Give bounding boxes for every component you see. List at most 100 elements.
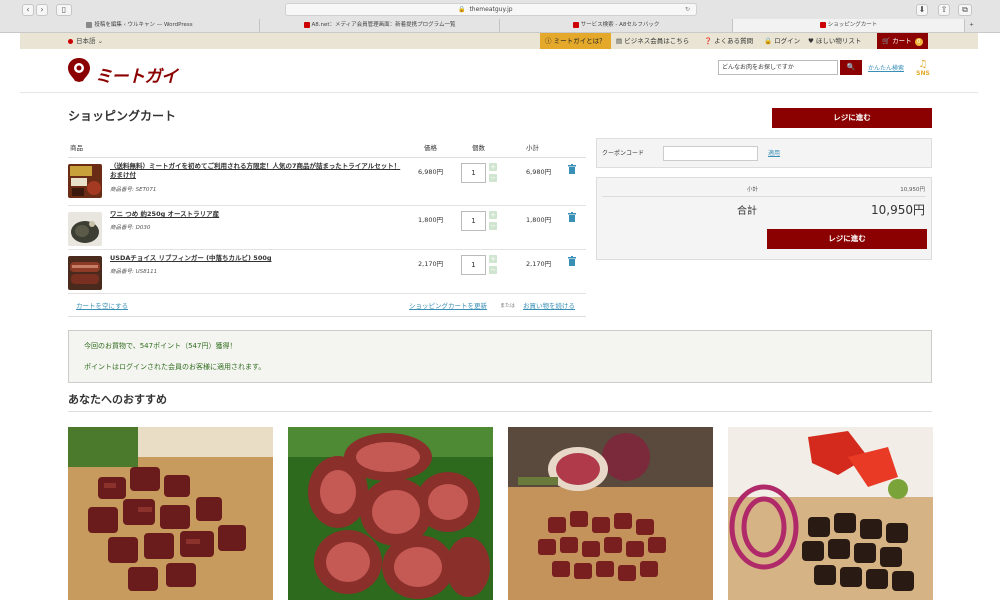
- search-icon: 🔍: [846, 63, 856, 71]
- recommend-product-image[interactable]: [68, 427, 273, 600]
- col-product: 商品: [70, 144, 83, 152]
- or-text: または: [500, 303, 516, 309]
- product-thumbnail[interactable]: [68, 256, 102, 290]
- product-price: 1,800円: [418, 216, 444, 224]
- divider: [602, 196, 926, 197]
- checkout-button-top[interactable]: レジに進む: [772, 108, 932, 128]
- forward-button[interactable]: ›: [36, 4, 48, 16]
- language-selector[interactable]: 日本語 ⌄: [68, 33, 103, 49]
- points-earned-text: 今回のお買物で、547ポイント（547円）獲得！: [84, 342, 237, 350]
- product-name-link[interactable]: （送料無料）ミートガイを初めてご利用される方限定！人気の7商品が詰まったトライア…: [110, 162, 402, 180]
- back-button[interactable]: ‹: [22, 4, 34, 16]
- cart-table-header: 商品 価格 個数 小計: [68, 140, 586, 158]
- meatguy-favicon-icon: [819, 21, 826, 28]
- subtotal-label: 小計: [747, 187, 759, 193]
- order-summary: 小計 10,950円 合計 10,950円 レジに進む: [596, 177, 932, 260]
- plus-icon[interactable]: +: [489, 255, 497, 263]
- cart-row: （送料無料）ミートガイを初めてご利用される方限定！人気の7商品が詰まったトライア…: [68, 158, 586, 206]
- reload-icon[interactable]: ↻: [685, 4, 690, 16]
- business-link[interactable]: ▤ ビジネス会員はこちら: [616, 33, 689, 49]
- logo-text: ミートガイ: [95, 67, 178, 87]
- trash-icon[interactable]: [568, 164, 576, 174]
- plus-icon[interactable]: +: [489, 163, 497, 171]
- tab-wordpress[interactable]: 投稿を編集 ‹ ウルキャン — WordPress: [20, 19, 260, 32]
- col-qty: 個数: [472, 144, 485, 152]
- login-link[interactable]: 🔒 ログイン: [764, 33, 800, 49]
- easy-search-link[interactable]: かんたん検索: [868, 63, 904, 72]
- trash-icon[interactable]: [568, 256, 576, 266]
- product-thumbnail[interactable]: [68, 164, 102, 198]
- trash-icon[interactable]: [568, 212, 576, 222]
- faq-link[interactable]: ❓ よくある質問: [704, 33, 753, 49]
- meat-with-onion-image: [728, 427, 933, 600]
- cart-count-badge: 0: [914, 38, 923, 46]
- total-label: 合計: [737, 206, 757, 217]
- sns-icon: ♫: [918, 59, 928, 70]
- page-title: ショッピングカート: [68, 109, 177, 123]
- search-button[interactable]: 🔍: [840, 60, 862, 75]
- product-thumbnail[interactable]: [68, 212, 102, 246]
- japan-flag-icon: [68, 38, 73, 44]
- product-subtotal: 1,800円: [526, 216, 552, 224]
- minus-icon[interactable]: −: [489, 222, 497, 230]
- meatguy-logo-icon: [68, 58, 90, 82]
- quantity-input[interactable]: 1: [461, 211, 486, 231]
- points-note-text: ポイントはログインされた会員のお客様に適用されます。: [84, 363, 266, 371]
- product-sku: 商品番号: D030: [110, 225, 151, 231]
- product-price: 6,980円: [418, 168, 444, 176]
- quantity-input[interactable]: 1: [461, 163, 486, 183]
- product-sku: 商品番号: US8111: [110, 269, 158, 275]
- new-tab-button[interactable]: +: [965, 19, 978, 32]
- browser-chrome: ‹ › ▯ ◐ 🔒 themeatguy.jp ↻ ⬇ ⇧ ⧉ 投稿を編集 ‹ …: [0, 0, 1000, 33]
- download-icon[interactable]: ⬇: [916, 4, 928, 16]
- col-subtotal: 小計: [526, 144, 539, 152]
- points-notice: 今回のお買物で、547ポイント（547円）獲得！ ポイントはログインされた会員の…: [68, 330, 932, 383]
- about-link[interactable]: ⓘ ミートガイとは？: [540, 33, 611, 49]
- url-text: themeatguy.jp: [469, 6, 513, 13]
- minus-icon[interactable]: −: [489, 266, 497, 274]
- meat-and-fig-image: [508, 427, 713, 600]
- wordpress-favicon-icon: [86, 21, 93, 28]
- recommend-product-image[interactable]: [508, 427, 713, 600]
- search-input[interactable]: どんなお肉をお探しですか: [718, 60, 838, 75]
- site-header: ミートガイ どんなお肉をお探しですか 🔍 かんたん検索 ♫ SNS: [20, 49, 978, 93]
- tab-a8-selfback[interactable]: サービス検索 - A8セルフバック: [500, 19, 733, 32]
- sidebar-icon[interactable]: ▯: [56, 4, 72, 16]
- sliced-roast-image: [288, 427, 493, 600]
- lock-icon: 🔒: [458, 6, 466, 13]
- continue-shopping-link[interactable]: お買い物を続ける: [523, 295, 575, 317]
- checkout-button[interactable]: レジに進む: [767, 229, 927, 249]
- a8-favicon-icon: [303, 21, 310, 28]
- meat-cubes-image: [68, 427, 273, 600]
- site-topbar: 日本語 ⌄ ⓘ ミートガイとは？ ▤ ビジネス会員はこちら ❓ よくある質問 🔒…: [20, 33, 978, 49]
- divider: [68, 411, 932, 412]
- minus-icon[interactable]: −: [489, 174, 497, 182]
- tab-shopping-cart[interactable]: ショッピングカート: [733, 19, 965, 32]
- coupon-apply-link[interactable]: 適用: [768, 139, 780, 169]
- sns-link[interactable]: ♫ SNS: [915, 59, 931, 77]
- empty-cart-link[interactable]: カートを空にする: [76, 295, 128, 317]
- tab-a8-media[interactable]: A8.net：メディア会員管理画面：新着提携プログラム一覧: [260, 19, 500, 32]
- recommend-product-image[interactable]: [728, 427, 933, 600]
- quantity-input[interactable]: 1: [461, 255, 486, 275]
- cart-footer: カートを空にする ショッピングカートを更新 または お買い物を続ける: [68, 295, 586, 317]
- coupon-label: クーポンコード: [602, 150, 645, 157]
- plus-icon[interactable]: +: [489, 211, 497, 219]
- url-bar[interactable]: 🔒 themeatguy.jp ↻: [285, 3, 697, 16]
- coupon-box: クーポンコード 適用: [596, 138, 932, 168]
- recommend-product-image[interactable]: [288, 427, 493, 600]
- product-sku: 商品番号: SET071: [110, 187, 157, 193]
- cart-link[interactable]: 🛒 カート 0: [877, 33, 928, 49]
- recommend-heading: あなたへのおすすめ: [68, 393, 167, 406]
- tab-strip: 投稿を編集 ‹ ウルキャン — WordPress A8.net：メディア会員管…: [20, 19, 978, 32]
- share-icon[interactable]: ⇧: [938, 4, 950, 16]
- product-name-link[interactable]: USDAチョイス リブフィンガー (中落ちカルビ) 500g: [110, 254, 402, 263]
- wishlist-link[interactable]: ♥ ほしい物リスト: [808, 33, 861, 49]
- total-value: 10,950円: [871, 203, 925, 217]
- update-cart-link[interactable]: ショッピングカートを更新: [409, 295, 487, 317]
- product-subtotal: 6,980円: [526, 168, 552, 176]
- product-name-link[interactable]: ワニ つめ 約250g オーストラリア産: [110, 210, 402, 219]
- subtotal-value: 10,950円: [900, 187, 925, 193]
- tabs-overview-icon[interactable]: ⧉: [958, 4, 972, 16]
- coupon-input[interactable]: [663, 146, 758, 161]
